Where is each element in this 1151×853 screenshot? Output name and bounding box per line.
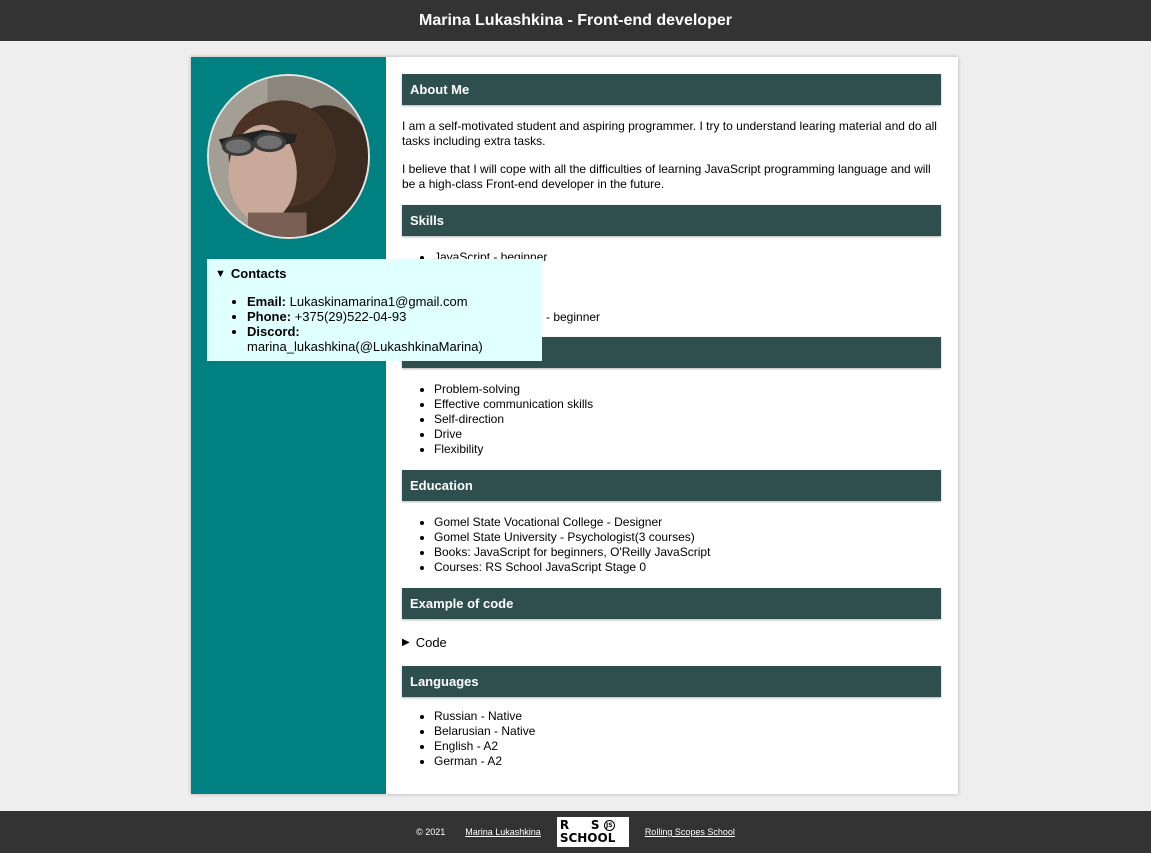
education-list: Gomel State Vocational College - Designe…: [402, 515, 941, 575]
list-item: Effective communication skills: [434, 397, 941, 412]
list-item: Gomel State Vocational College - Designe…: [434, 515, 941, 530]
list-item: Books: JavaScript for beginners, O'Reill…: [434, 545, 941, 560]
rs-school-logo[interactable]: R S JS SCHOOL: [556, 817, 629, 847]
logo-school-text: SCHOOL: [559, 831, 616, 845]
section-about-heading: About Me: [402, 74, 941, 105]
sidebar: [191, 57, 386, 794]
logo-letter-r: R: [559, 818, 570, 832]
list-item: Drive: [434, 427, 941, 442]
main-content: About Me I am a self-motivated student a…: [402, 74, 941, 769]
list-item: Russian - Native: [434, 709, 941, 724]
contact-phone: Phone: +375(29)522-04-93: [247, 309, 534, 324]
contacts-list: Email: Lukaskinamarina1@gmail.com Phone:…: [215, 294, 534, 354]
contacts-toggle-label: Contacts: [230, 266, 287, 281]
section-languages-heading: Languages: [402, 666, 941, 697]
contact-discord: Discord: marina_lukashkina(@LukashkinaMa…: [247, 324, 534, 354]
contact-value: +375(29)522-04-93: [294, 309, 407, 324]
copyright-text: © 2021: [416, 827, 446, 837]
code-toggle[interactable]: ▶ Code: [402, 635, 941, 650]
section-education-heading: Education: [402, 470, 941, 501]
contacts-panel: ▼ Contacts Email: Lukaskinamarina1@gmail…: [207, 259, 542, 361]
list-item: Self-direction: [434, 412, 941, 427]
about-paragraph-2: I believe that I will cope with all the …: [402, 162, 931, 191]
list-item: Courses: RS School JavaScript Stage 0: [434, 560, 941, 575]
contacts-toggle[interactable]: ▼ Contacts: [215, 266, 534, 281]
code-toggle-label: Code: [415, 635, 447, 650]
page-header: Marina Lukashkina - Front-end developer: [0, 0, 1151, 41]
list-item: Gomel State University - Psychologist(3 …: [434, 530, 941, 545]
caret-right-icon: ▶: [402, 637, 410, 648]
contact-label: Phone:: [247, 309, 292, 324]
languages-list: Russian - Native Belarusian - Native Eng…: [402, 709, 941, 769]
list-item: Belarusian - Native: [434, 724, 941, 739]
cv-card: About Me I am a self-motivated student a…: [191, 57, 958, 794]
list-item: Problem-solving: [434, 382, 941, 397]
list-item: Flexibility: [434, 442, 941, 457]
soft-skills-list: Problem-solving Effective communication …: [402, 382, 941, 457]
logo-js-badge: JS: [603, 820, 615, 831]
page-footer: © 2021 Marina Lukashkina R S JS SCHOOL R…: [0, 811, 1151, 853]
about-paragraph-1: I am a self-motivated student and aspiri…: [402, 119, 937, 148]
page-title: Marina Lukashkina - Front-end developer: [419, 11, 732, 29]
contact-value: marina_lukashkina(@LukashkinaMarina): [247, 339, 483, 354]
section-skills-heading: Skills: [402, 205, 941, 236]
avatar-photo: [209, 76, 368, 237]
logo-letter-s: S: [590, 818, 600, 832]
avatar: [207, 74, 370, 239]
list-item: English - A2: [434, 739, 941, 754]
author-link[interactable]: Marina Lukashkina: [465, 827, 541, 837]
contact-email: Email: Lukaskinamarina1@gmail.com: [247, 294, 534, 309]
rolling-scopes-link[interactable]: Rolling Scopes School: [645, 827, 735, 837]
section-code-heading: Example of code: [402, 588, 941, 619]
contact-label: Discord:: [247, 324, 300, 339]
contact-value: Lukaskinamarina1@gmail.com: [289, 294, 468, 309]
contact-label: Email:: [247, 294, 287, 309]
list-item: German - A2: [434, 754, 941, 769]
caret-down-icon: ▼: [215, 267, 226, 280]
